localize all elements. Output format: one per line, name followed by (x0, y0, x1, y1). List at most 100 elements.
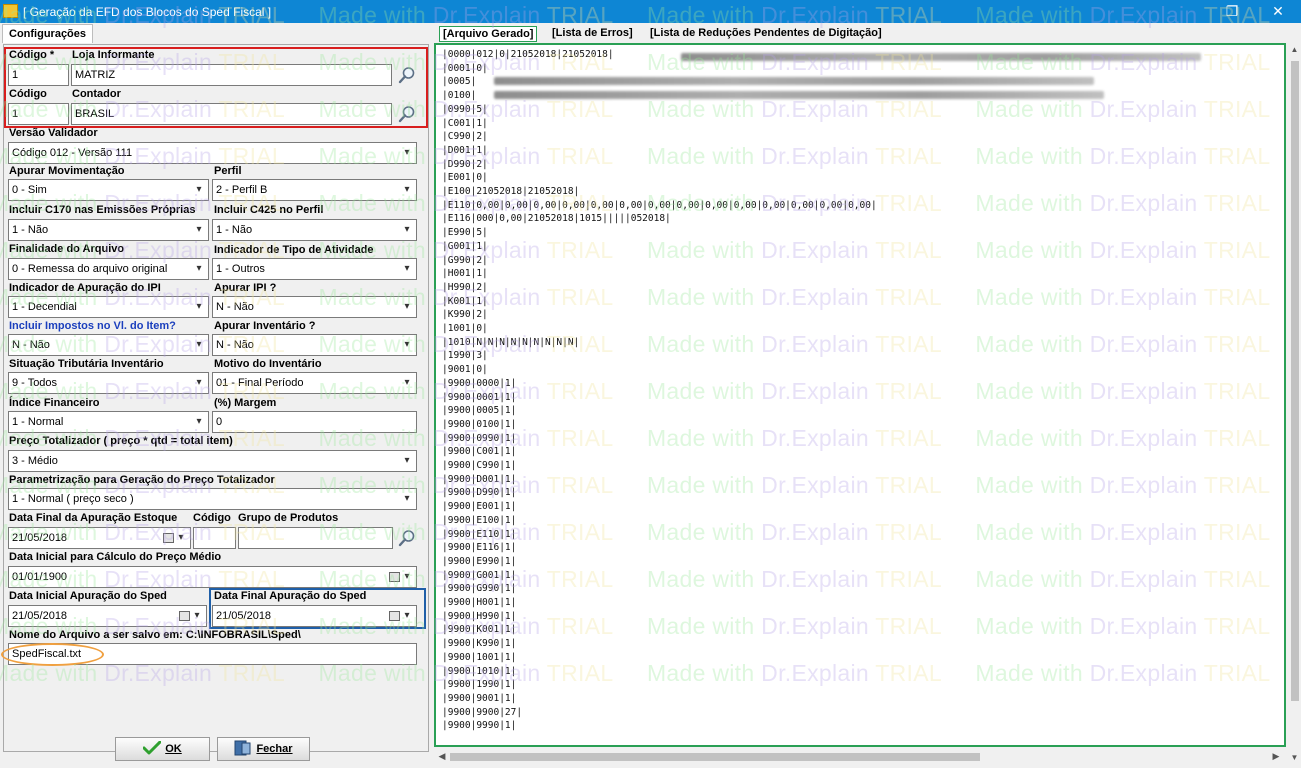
c170-select[interactable]: 1 - Não ▾ (8, 219, 209, 241)
data-ini-calc-picker[interactable]: 01/01/1900 ▾ (8, 566, 417, 588)
vertical-scrollbar[interactable]: ▲ ▼ (1288, 43, 1301, 767)
tab-reducoes-pendentes[interactable]: [Lista de Reduções Pendentes de Digitaçã… (647, 26, 885, 40)
perfil-select[interactable]: 2 - Perfil B ▾ (212, 179, 417, 201)
scroll-left-icon[interactable]: ◀ (436, 750, 448, 762)
file-line: |E990|5| (442, 227, 488, 239)
param-select[interactable]: 1 - Normal ( preço seco ) ▾ (8, 488, 417, 510)
file-line: |0001|0| (442, 62, 488, 74)
file-line: |E110|0,00|0,00|0,00|0,00|0,00|0,00|0,00… (442, 199, 877, 211)
ok-label: OK (165, 743, 182, 755)
contador-field[interactable]: BRASIL (71, 103, 392, 125)
data-fim-sped-value: 21/05/2018 (216, 610, 272, 622)
file-line: |9900|E990|1| (442, 555, 517, 567)
close-button[interactable]: ✕ (1255, 0, 1301, 23)
file-line: |0990|5| (442, 103, 488, 115)
apurar-mov-select[interactable]: 0 - Sim ▾ (8, 179, 209, 201)
file-line: |9900|E110|1| (442, 528, 517, 540)
tab-lista-erros[interactable]: [Lista de Erros] (549, 26, 636, 40)
scroll-down-icon[interactable]: ▼ (1289, 752, 1300, 764)
versao-select[interactable]: Código 012 - Versão 111 ▾ (8, 142, 417, 164)
file-line: |9001|0| (442, 364, 488, 376)
indice-select[interactable]: 1 - Normal ▾ (8, 411, 209, 433)
nome-arq-field[interactable]: SpedFiscal.txt (8, 643, 417, 665)
codigo3-label: Código (193, 512, 231, 524)
apurar-ipi-select[interactable]: N - Não ▾ (212, 296, 417, 318)
motivo-select[interactable]: 01 - Final Período ▾ (212, 372, 417, 394)
tipo-ativ-label: Indicador de Tipo de Atividade (214, 244, 374, 256)
sit-trib-select[interactable]: 9 - Todos ▾ (8, 372, 209, 394)
apurar-inv-select[interactable]: N - Não ▾ (212, 334, 417, 356)
tipo-ativ-value: 1 - Outros (216, 263, 265, 275)
grupo-field[interactable] (238, 527, 393, 549)
data-ini-sped-picker[interactable]: 21/05/2018 ▾ (8, 605, 207, 627)
data-ini-sped-label: Data Inicial Apuração do Sped (9, 590, 167, 602)
indice-value: 1 - Normal (12, 416, 64, 428)
preco-tot-select[interactable]: 3 - Médio ▾ (8, 450, 417, 472)
data-final-est-picker[interactable]: 21/05/2018 ▾ (8, 527, 191, 549)
file-line: |9900|E100|1| (442, 514, 517, 526)
scroll-up-icon[interactable]: ▲ (1289, 44, 1300, 56)
codigo-field[interactable]: 1 (8, 64, 69, 86)
tab-configuracoes[interactable]: Configurações (2, 24, 94, 43)
restore-button[interactable]: ❐ (1209, 0, 1255, 23)
window-title: [ Geração da EFD dos Blocos do Sped Fisc… (23, 5, 272, 19)
file-line: |E001|0| (442, 172, 488, 184)
search-icon[interactable] (397, 65, 417, 85)
search-icon[interactable] (397, 528, 417, 548)
chevron-down-icon: ▾ (178, 532, 184, 543)
scroll-thumb[interactable] (1291, 61, 1299, 701)
versao-value: Código 012 - Versão 111 (12, 147, 133, 159)
perfil-label: Perfil (214, 165, 242, 177)
chevron-down-icon: ▾ (404, 301, 410, 312)
chevron-down-icon: ▾ (196, 301, 202, 312)
file-line: |K001|1| (442, 295, 488, 307)
scroll-right-icon[interactable]: ▶ (1270, 750, 1282, 762)
chevron-down-icon: ▾ (196, 416, 202, 427)
file-line: |9900|1001|1| (442, 651, 517, 663)
file-line: |K990|2| (442, 309, 488, 321)
chevron-down-icon: ▾ (196, 339, 202, 350)
chevron-down-icon: ▾ (404, 184, 410, 195)
contador-label: Contador (72, 88, 121, 100)
c425-select[interactable]: 1 - Não ▾ (212, 219, 417, 241)
data-fim-sped-label: Data Final Apuração do Sped (214, 590, 367, 602)
search-icon[interactable] (397, 104, 417, 124)
data-fim-sped-picker[interactable]: 21/05/2018 ▾ (212, 605, 417, 627)
impostos-label: Incluir Impostos no Vl. do Item? (9, 320, 176, 332)
file-line: |9900|C001|1| (442, 446, 517, 458)
ind-ipi-select[interactable]: 1 - Decendial ▾ (8, 296, 209, 318)
tipo-ativ-select[interactable]: 1 - Outros ▾ (212, 258, 417, 280)
app-icon (3, 4, 18, 18)
scroll-thumb[interactable] (450, 753, 980, 761)
file-line: |9900|E001|1| (442, 501, 517, 513)
fechar-button[interactable]: Fechar (217, 737, 310, 761)
redacted-text (681, 53, 1201, 61)
impostos-select[interactable]: N - Não ▾ (8, 334, 209, 356)
chevron-down-icon: ▾ (196, 224, 202, 235)
chevron-down-icon: ▾ (196, 263, 202, 274)
codigo2-label: Código (9, 88, 47, 100)
loja-field[interactable]: MATRIZ (71, 64, 392, 86)
finalidade-select[interactable]: 0 - Remessa do arquivo original ▾ (8, 258, 209, 280)
file-line: |D001|1| (442, 144, 488, 156)
fechar-label: Fechar (256, 743, 293, 755)
margem-field[interactable]: 0 (212, 411, 417, 433)
generated-file-memo[interactable]: |0000|012|0|21052018|21052018| |0001|0| |0… (434, 43, 1286, 747)
file-line: |1010|N|N|N|N|N|N|N|N|N| (442, 336, 580, 348)
motivo-label: Motivo do Inventário (214, 358, 322, 370)
redacted-text (494, 91, 1104, 99)
nome-arq-label: Nome do Arquivo a ser salvo em: C:\INFOB… (9, 629, 301, 641)
chevron-down-icon: ▾ (404, 493, 410, 504)
redacted-text (494, 77, 1094, 85)
file-line: |E100|21052018|21052018| (442, 186, 580, 197)
codigo3-field[interactable] (193, 527, 236, 549)
file-line: |9900|9990|1| (442, 720, 517, 732)
c170-label: Incluir C170 nas Emissões Próprias (9, 204, 196, 216)
tab-arquivo-gerado[interactable]: [Arquivo Gerado] (439, 26, 538, 42)
file-line: |9900|1990|1| (442, 679, 517, 691)
finalidade-value: 0 - Remessa do arquivo original (12, 263, 168, 275)
ok-button[interactable]: OK (115, 737, 210, 761)
horizontal-scrollbar[interactable]: ◀ ▶ (434, 749, 1286, 764)
ind-ipi-value: 1 - Decendial (12, 301, 77, 313)
codigo2-field[interactable]: 1 (8, 103, 69, 125)
